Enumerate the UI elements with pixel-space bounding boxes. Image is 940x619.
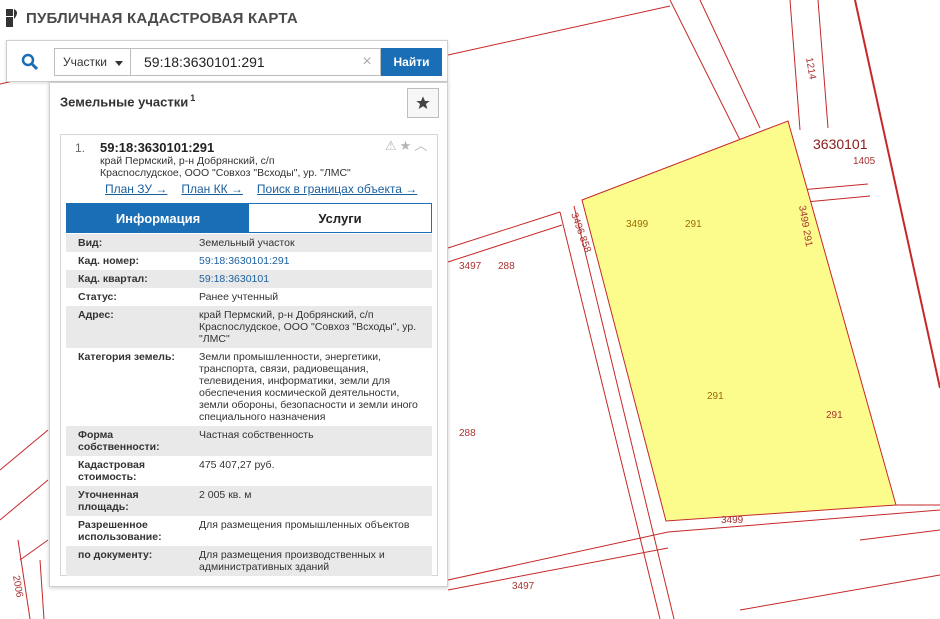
svg-text:291: 291	[685, 219, 702, 230]
svg-text:2006: 2006	[10, 575, 25, 599]
info-value: 2 005 кв. м	[199, 489, 252, 501]
app-header: ПУБЛИЧНАЯ КАДАСТРОВАЯ КАРТА	[6, 6, 298, 30]
info-row: Кадастровая стоимость: 475 407,27 руб.	[66, 456, 432, 486]
info-row: Разрешенное использование: Для размещени…	[66, 516, 432, 546]
svg-text:288: 288	[498, 261, 515, 272]
plan-zu-link[interactable]: План ЗУ →	[105, 182, 167, 196]
card-links: План ЗУ → План КК → Поиск в границах объ…	[105, 182, 417, 196]
star-icon	[416, 96, 430, 109]
info-key: Категория земель:	[78, 351, 175, 363]
search-icon[interactable]	[15, 49, 45, 75]
info-value: Ранее учтенный	[199, 291, 279, 303]
info-key: Адрес:	[78, 309, 114, 321]
info-row: Категория земель: Земли промышленности, …	[66, 348, 432, 426]
svg-text:1405: 1405	[853, 156, 876, 167]
search-bar: Участки × Найти	[6, 40, 448, 82]
result-address-line: край Пермский, р-н Добрянский, с/п	[100, 155, 275, 167]
results-panel: Земельные участки 1 1. 59:18:3630101:291 …	[49, 82, 448, 587]
screen: 1214 3630101 1405 3499 291 3499 291 3496…	[0, 0, 940, 619]
chevron-down-icon	[115, 61, 123, 66]
info-value: Для размещения промышленных объектов	[199, 519, 410, 531]
info-key: по документу:	[78, 549, 153, 561]
panel-title: Земельные участки 1	[60, 93, 195, 109]
svg-text:3497: 3497	[512, 581, 535, 592]
tab-information[interactable]: Информация	[67, 204, 249, 232]
star-icon[interactable]: ★	[400, 139, 412, 153]
info-row: Кад. номер: 59:18:3630101:291	[66, 252, 432, 270]
info-key: Статус:	[78, 291, 117, 303]
card-actions: ⚠ ★ ︿	[385, 139, 427, 153]
info-value: 475 407,27 руб.	[199, 459, 275, 471]
info-row: Кад. квартал: 59:18:3630101	[66, 270, 432, 288]
search-type-label: Участки	[63, 55, 107, 69]
card-tabs: Информация Услуги	[66, 203, 432, 233]
info-value: Земли промышленности, энергетики, трансп…	[199, 351, 418, 423]
info-row: Форма собственности: Частная собственнос…	[66, 426, 432, 456]
selected-parcel[interactable]	[581, 120, 897, 522]
clear-icon[interactable]: ×	[359, 53, 375, 71]
search-type-select[interactable]: Участки	[54, 48, 131, 76]
result-number[interactable]: 59:18:3630101:291	[100, 140, 214, 155]
svg-text:3497: 3497	[459, 261, 482, 272]
search-input[interactable]	[130, 48, 381, 76]
info-key: Разрешенное использование:	[78, 519, 162, 543]
app-title: ПУБЛИЧНАЯ КАДАСТРОВАЯ КАРТА	[26, 9, 298, 27]
logo-icon	[6, 9, 17, 27]
info-key: Форма собственности:	[78, 429, 160, 453]
info-value-link[interactable]: 59:18:3630101:291	[187, 255, 423, 267]
info-row: Уточненная площадь: 2 005 кв. м	[66, 486, 432, 516]
panel-title-text: Земельные участки	[60, 94, 189, 110]
warning-icon[interactable]: ⚠	[385, 139, 397, 153]
plan-kk-link[interactable]: План КК →	[181, 182, 243, 196]
svg-text:1214: 1214	[803, 57, 818, 81]
info-key: Кадастровая стоимость:	[78, 459, 145, 483]
svg-text:3630101: 3630101	[813, 136, 868, 152]
result-address-line: Красnoслудское, ООО "Совхоз "Всходы", ур…	[100, 167, 351, 179]
info-key: Кад. квартал:	[78, 273, 148, 285]
result-address: край Пермский, р-н Добрянский, с/п Красn…	[100, 155, 390, 179]
info-value: край Пермский, р-н Добрянский, с/п Красn…	[199, 309, 417, 345]
info-value: Частная собственность	[199, 429, 314, 441]
tab-services[interactable]: Услуги	[249, 204, 431, 232]
result-count: 1	[190, 93, 196, 103]
search-in-bounds-link[interactable]: Поиск в границах объекта →	[257, 182, 417, 196]
info-value: Земельный участок	[199, 237, 295, 249]
svg-text:3499: 3499	[721, 515, 744, 526]
info-table: Вид: Земельный участок Кад. номер: 59:18…	[66, 234, 432, 576]
svg-text:291: 291	[826, 410, 843, 421]
result-index: 1.	[75, 141, 86, 155]
info-key: Уточненная площадь:	[78, 489, 139, 513]
info-key: Вид:	[78, 237, 103, 249]
svg-text:291: 291	[707, 391, 724, 402]
result-card[interactable]: 1. 59:18:3630101:291 край Пермский, р-н …	[60, 134, 438, 576]
info-row: по документу: Для размещения производств…	[66, 546, 432, 576]
chevron-up-icon[interactable]: ︿	[414, 139, 427, 153]
info-row: Адрес: край Пермский, р-н Добрянский, с/…	[66, 306, 432, 348]
svg-text:3499: 3499	[626, 219, 649, 230]
svg-text:288: 288	[459, 428, 476, 439]
info-row: Вид: Земельный участок	[66, 234, 432, 252]
info-key: Кад. номер:	[78, 255, 140, 267]
info-row: Статус: Ранее учтенный	[66, 288, 432, 306]
info-value: Для размещения производственных и админи…	[199, 549, 385, 573]
info-value-link[interactable]: 59:18:3630101	[187, 273, 423, 285]
favorites-button[interactable]	[407, 88, 439, 118]
find-button[interactable]: Найти	[381, 48, 442, 76]
